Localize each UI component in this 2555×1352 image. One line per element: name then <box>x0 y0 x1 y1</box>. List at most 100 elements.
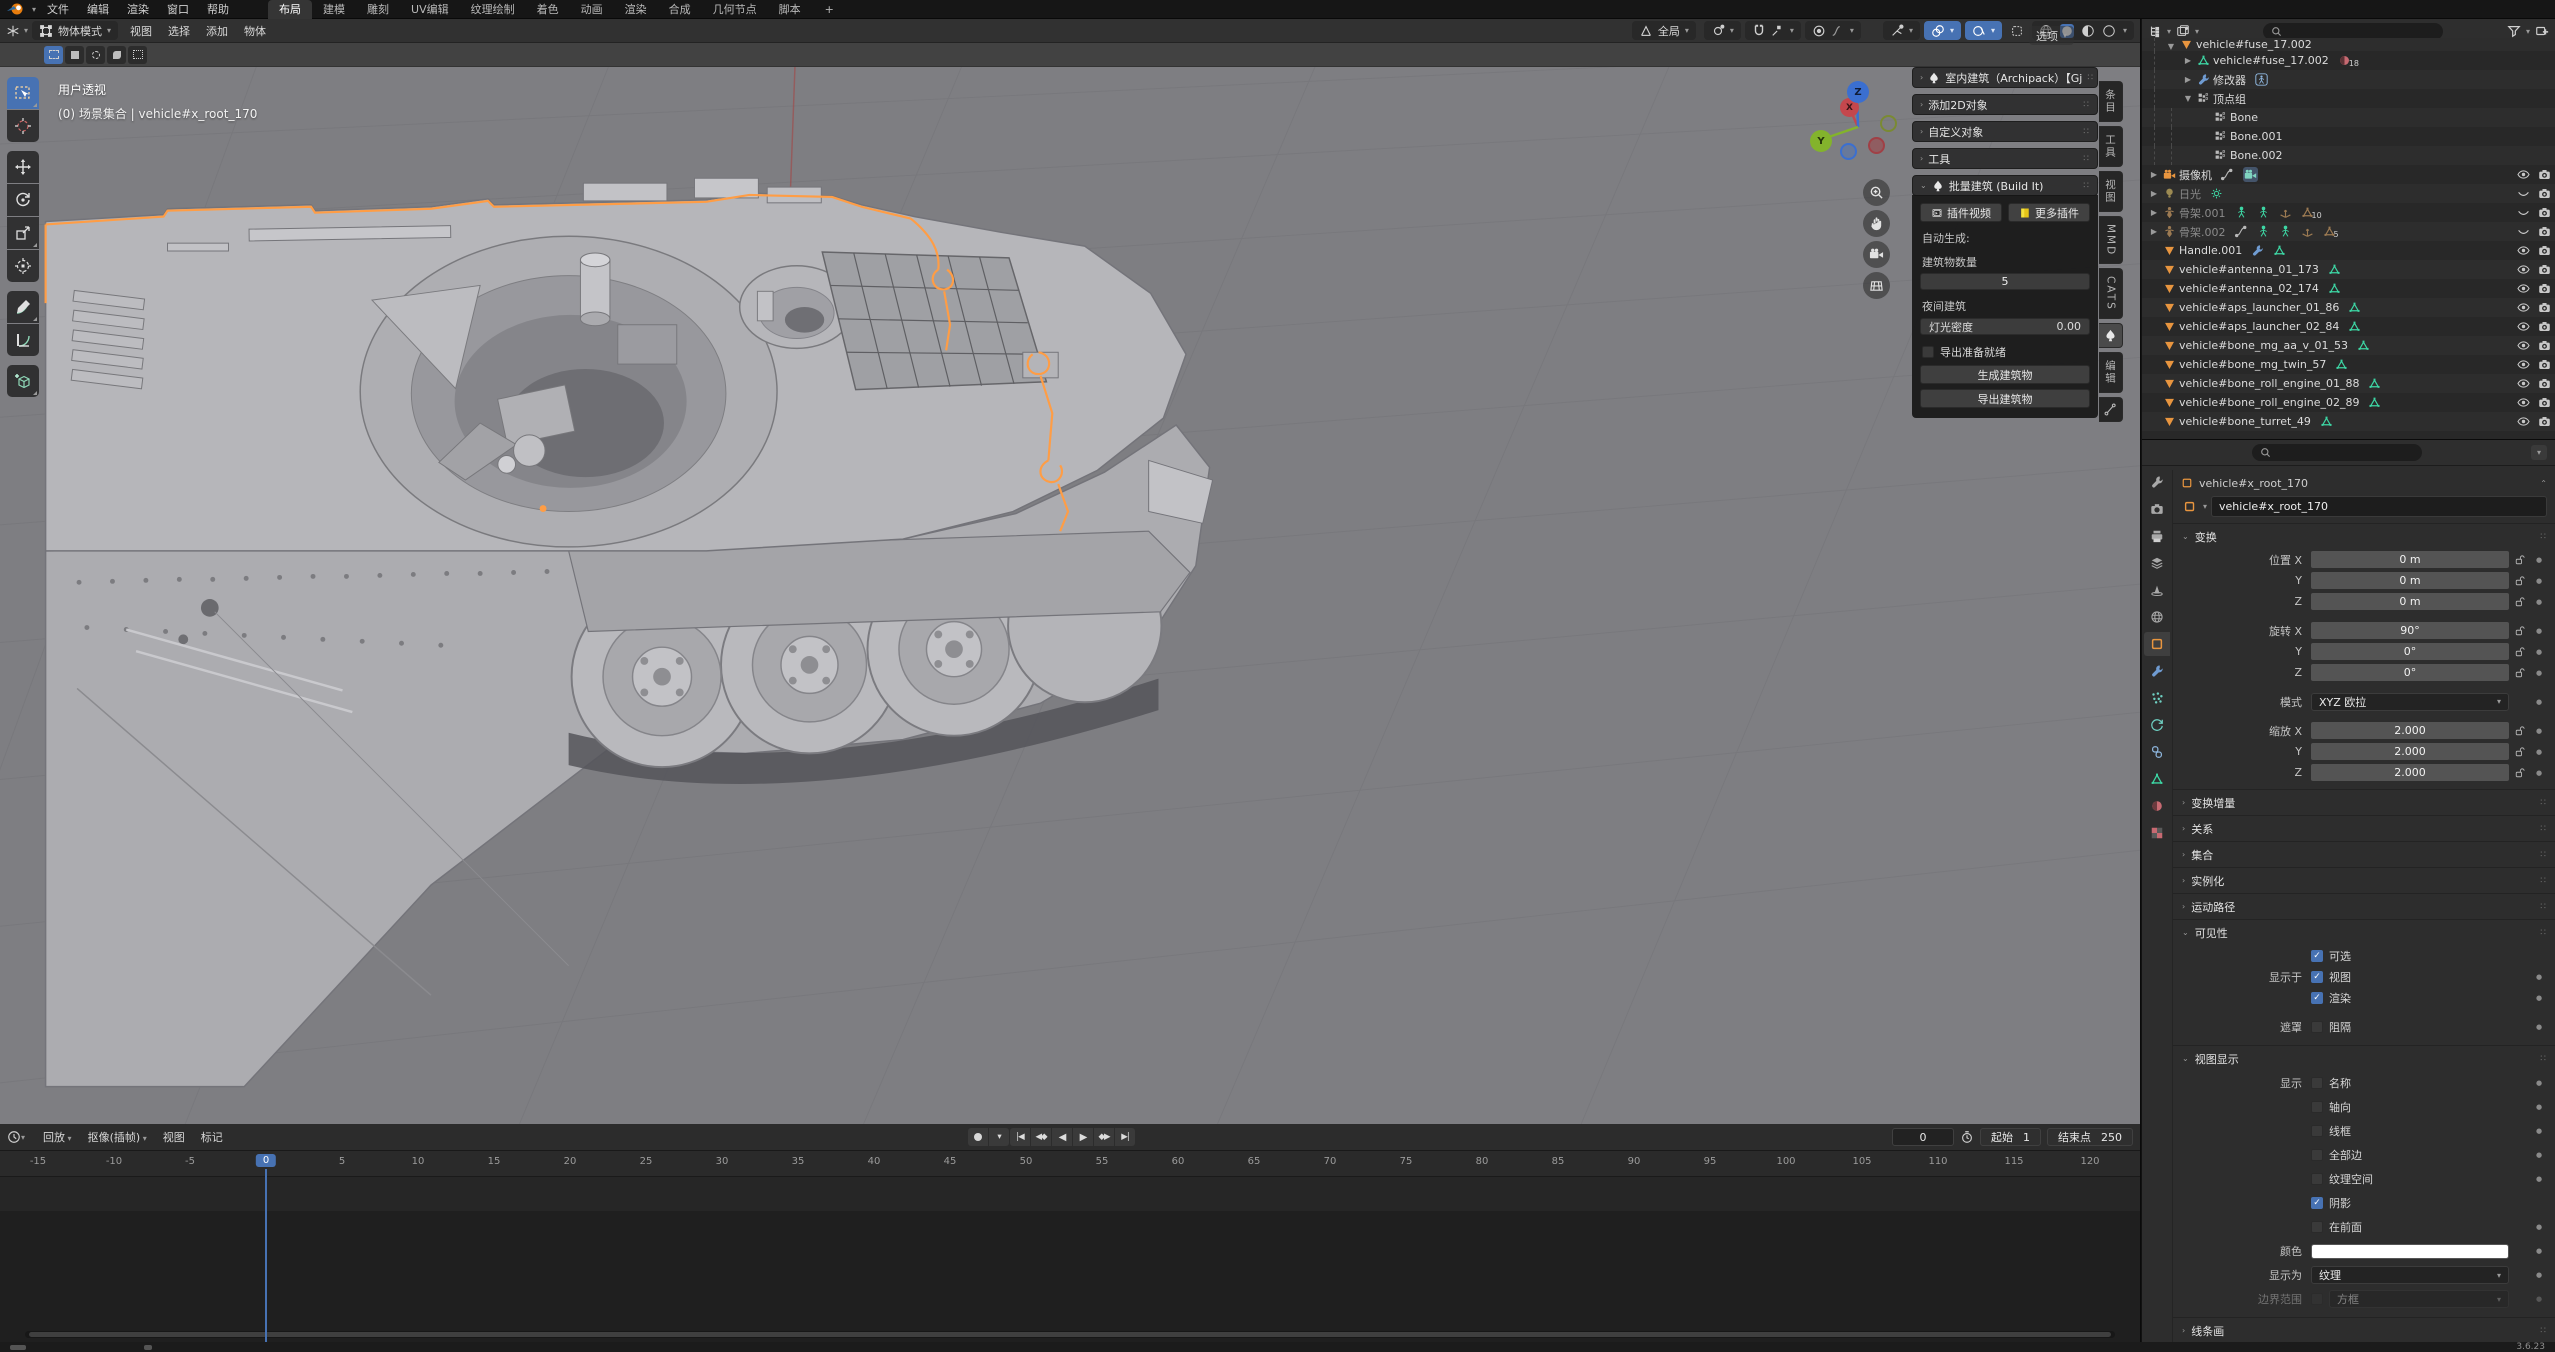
outliner-row[interactable]: ▶日光 <box>2142 184 2555 203</box>
gizmo-axis-z[interactable]: Z <box>1847 81 1869 103</box>
lock-open-icon[interactable] <box>2509 725 2531 737</box>
disclosure-right-icon[interactable]: ▶ <box>2148 227 2160 236</box>
animate-dot[interactable]: ● <box>2531 973 2547 981</box>
export-ready-checkbox[interactable] <box>1922 346 1934 358</box>
current-frame-field[interactable]: 0 <box>1892 1128 1954 1146</box>
move-tool[interactable] <box>7 151 39 183</box>
properties-tab-particles-icon[interactable] <box>2144 686 2170 710</box>
outliner-row[interactable]: ▼顶点组 <box>2142 89 2555 108</box>
eye-icon[interactable] <box>2517 244 2530 257</box>
navigation-gizmo[interactable]: X Z Y <box>1808 67 1918 177</box>
number-field[interactable]: 2.000 <box>2311 722 2509 739</box>
workspace-tab-2[interactable]: 雕刻 <box>356 0 400 19</box>
disclosure-right-icon[interactable]: ▶ <box>2148 189 2160 198</box>
properties-tab-physics-icon[interactable] <box>2144 713 2170 737</box>
outliner-row[interactable]: vehicle#antenna_01_173 <box>2142 260 2555 279</box>
editor-type-chevron-icon[interactable]: ▾ <box>24 26 28 35</box>
workspace-tab-10[interactable]: 脚本 <box>768 0 812 19</box>
properties-tab-object-icon[interactable] <box>2144 632 2170 656</box>
properties-search-input[interactable] <box>2252 444 2422 461</box>
animate-dot[interactable]: ● <box>2531 769 2547 777</box>
number-field[interactable]: 0° <box>2311 664 2509 681</box>
sidebar-tab-CATS[interactable]: CATS <box>2099 268 2123 319</box>
measure-tool[interactable] <box>7 324 39 356</box>
topbar-menu-2[interactable]: 渲染 <box>118 0 158 19</box>
outliner-row[interactable]: ▶骨架.00110 <box>2142 203 2555 222</box>
display-mode-chevron-icon[interactable]: ▾ <box>2167 27 2171 36</box>
render-camera-icon[interactable] <box>2538 396 2551 409</box>
npanel-section-0[interactable]: ›室内建筑（Archipack）【Gj∷ <box>1912 67 2098 88</box>
lock-open-icon[interactable] <box>2509 596 2531 608</box>
3d-viewport[interactable]: ▾ 物体模式 ▾ 视图选择添加物体 全局 ▾ ▾ ▾ ▾ ▾ ▾ ▾ ▾ <box>0 19 2141 1124</box>
checkbox-视图[interactable]: ✓ <box>2311 971 2323 983</box>
lock-open-icon[interactable] <box>2509 554 2531 566</box>
eye-icon[interactable] <box>2517 377 2530 390</box>
empty-axis-icon[interactable] <box>2279 206 2292 219</box>
viewport-menu-0[interactable]: 视图 <box>122 21 160 41</box>
filter-id-type-icon[interactable] <box>2176 24 2190 38</box>
select-lasso-mode[interactable] <box>107 46 126 64</box>
properties-tab-texture-icon[interactable] <box>2144 821 2170 845</box>
mesh-data-dim-icon[interactable]: 10 <box>2301 205 2322 220</box>
jump-to-end-button[interactable]: ▶| <box>1115 1128 1135 1146</box>
animate-dot[interactable]: ● <box>2531 598 2547 606</box>
annotate-tool[interactable] <box>7 291 39 323</box>
zoom-button[interactable] <box>1863 179 1890 206</box>
outliner-row[interactable]: vehicle#aps_launcher_01_86 <box>2142 298 2555 317</box>
eye-icon[interactable] <box>2517 339 2530 352</box>
chevron-down-icon[interactable]: ▾ <box>32 5 36 14</box>
checkbox-在前面[interactable] <box>2311 1221 2323 1233</box>
play-reverse-button[interactable]: ◀ <box>1052 1128 1072 1146</box>
camera-view-button[interactable] <box>1863 241 1890 268</box>
timeline-editor-type-icon[interactable] <box>7 1130 21 1144</box>
workspace-tab-3[interactable]: UV编辑 <box>400 0 460 19</box>
checkbox-渲染[interactable]: ✓ <box>2311 992 2323 1004</box>
viewport-menu-1[interactable]: 选择 <box>160 21 198 41</box>
lineart-section-header[interactable]: ›线条画∷ <box>2173 1318 2555 1342</box>
eye-closed-icon[interactable] <box>2517 206 2530 219</box>
checkbox-可选[interactable]: ✓ <box>2311 950 2323 962</box>
building-count-input[interactable]: 5 <box>1920 273 2090 290</box>
new-collection-icon[interactable] <box>2535 24 2549 38</box>
number-field[interactable]: 0 m <box>2311 572 2509 589</box>
generate-buildings-button[interactable]: 生成建筑物 <box>1920 365 2090 384</box>
dropdown-field[interactable]: 纹理▾ <box>2311 1266 2509 1284</box>
animate-dot[interactable]: ● <box>2531 1175 2547 1183</box>
mesh-data-icon[interactable] <box>2348 320 2361 333</box>
select-box-mode[interactable] <box>65 46 84 64</box>
section-header-运动路径[interactable]: ›运动路径∷ <box>2173 894 2555 919</box>
workspace-tab-6[interactable]: 动画 <box>570 0 614 19</box>
render-camera-icon[interactable] <box>2538 415 2551 428</box>
pose-icon[interactable] <box>2257 206 2270 219</box>
gizmo-axis-z-neg[interactable] <box>1840 143 1857 160</box>
section-header-变换增量[interactable]: ›变换增量∷ <box>2173 790 2555 815</box>
mesh-data-icon[interactable] <box>2335 358 2348 371</box>
dropdown-field[interactable]: XYZ 欧拉▾ <box>2311 693 2509 711</box>
record-options-chevron-icon[interactable]: ▾ <box>989 1128 1009 1146</box>
eye-icon[interactable] <box>2517 320 2530 333</box>
sun-icon[interactable] <box>2210 187 2223 200</box>
mesh-data-dim-icon[interactable]: 5 <box>2323 224 2339 239</box>
timeline-scrollbar[interactable] <box>25 1331 2115 1338</box>
object-name-input[interactable]: vehicle#x_root_170 <box>2211 496 2547 517</box>
animate-dot[interactable]: ● <box>2531 648 2547 656</box>
region-overlap-icon[interactable] <box>2010 24 2024 38</box>
render-camera-icon[interactable] <box>2538 263 2551 276</box>
filter-id-chevron-icon[interactable]: ▾ <box>2195 27 2199 36</box>
outliner-row[interactable]: ▶摄像机 <box>2142 165 2555 184</box>
section-header-关系[interactable]: ›关系∷ <box>2173 816 2555 841</box>
pose-icon[interactable] <box>2235 206 2248 219</box>
object-id-icon[interactable] <box>2181 500 2199 514</box>
disclosure-right-icon[interactable]: ▶ <box>2148 208 2160 217</box>
outliner-row[interactable]: vehicle#bone_mg_aa_v_01_53 <box>2142 336 2555 355</box>
animate-dot[interactable]: ● <box>2531 1271 2547 1279</box>
mesh-data-icon[interactable] <box>2357 339 2370 352</box>
add-cube-tool[interactable] <box>7 365 39 397</box>
animate-dot[interactable]: ● <box>2531 994 2547 1002</box>
properties-tab-scene-icon[interactable] <box>2144 578 2170 602</box>
number-field[interactable]: 90° <box>2311 622 2509 639</box>
outliner-search-input[interactable] <box>2263 23 2443 40</box>
disclosure-right-icon[interactable]: ▶ <box>2148 170 2160 179</box>
mesh-data-icon[interactable] <box>2328 282 2341 295</box>
select-pick-mode[interactable] <box>128 46 147 64</box>
